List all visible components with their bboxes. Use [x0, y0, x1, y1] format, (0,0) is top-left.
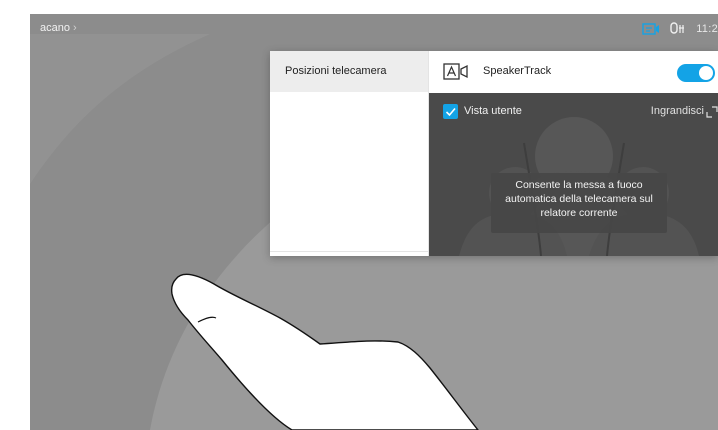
device-frame: acano › 11:2 Posizioni telecamera Speake… [0, 0, 718, 430]
pointing-hand-illustration [170, 273, 479, 430]
